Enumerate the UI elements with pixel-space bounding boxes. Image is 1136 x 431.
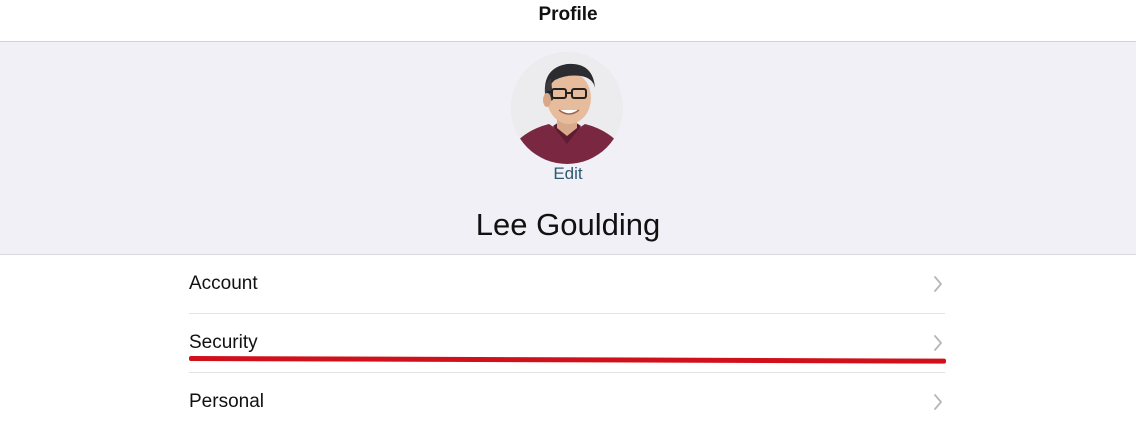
- chevron-right-icon: [934, 276, 942, 292]
- menu-item-security[interactable]: Security: [189, 314, 945, 373]
- menu-item-label: Account: [189, 273, 258, 294]
- avatar-photo: [511, 52, 623, 164]
- menu-item-personal[interactable]: Personal: [189, 373, 945, 431]
- navigation-bar: Profile: [0, 0, 1136, 42]
- menu-item-label: Personal: [189, 391, 264, 412]
- menu-item-label: Security: [189, 332, 258, 353]
- avatar[interactable]: [511, 52, 623, 164]
- edit-photo-link[interactable]: Edit: [0, 164, 1136, 184]
- user-name: Lee Goulding: [475, 207, 661, 242]
- menu-item-account[interactable]: Account: [189, 255, 945, 314]
- chevron-right-icon: [934, 394, 942, 410]
- profile-header: Edit Lee Goulding: [0, 42, 1136, 255]
- page-title: Profile: [538, 4, 598, 25]
- profile-menu: Account Security Personal: [189, 255, 945, 431]
- chevron-right-icon: [934, 335, 942, 351]
